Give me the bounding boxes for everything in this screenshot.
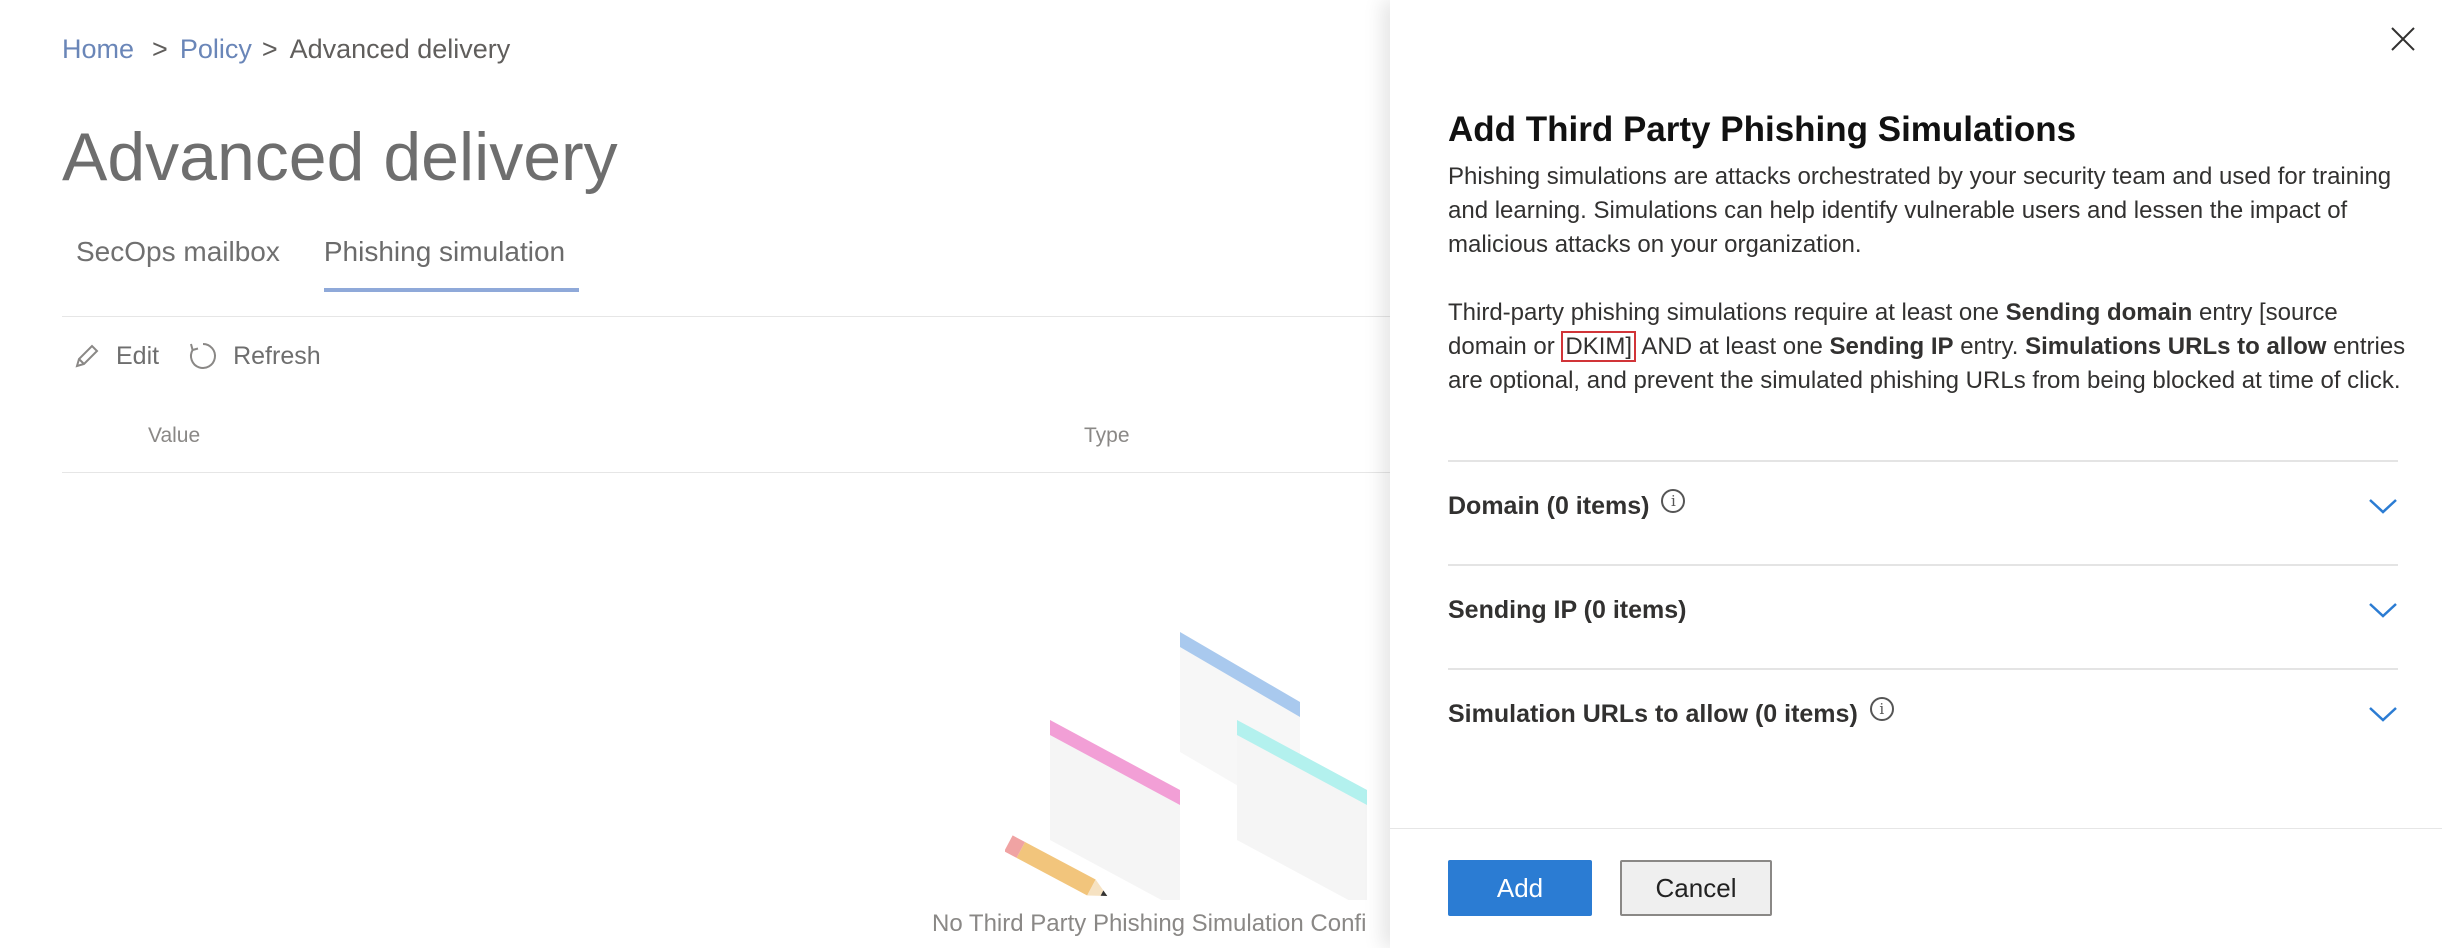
tab-secops-mailbox[interactable]: SecOps mailbox <box>62 232 294 292</box>
chevron-down-icon[interactable] <box>2368 704 2398 724</box>
breadcrumb-policy[interactable]: Policy <box>180 34 252 64</box>
domain-section[interactable]: Domain (0 items) i <box>1448 460 2398 564</box>
panel-requirements: Third-party phishing simulations require… <box>1448 296 2408 398</box>
req-dkim-highlight: DKIM] <box>1561 331 1637 362</box>
tab-phishing-simulation[interactable]: Phishing simulation <box>310 232 580 292</box>
refresh-icon <box>190 343 217 369</box>
info-icon[interactable]: i <box>1661 488 1686 513</box>
panel-description: Phishing simulations are attacks orchest… <box>1448 160 2408 398</box>
domain-section-label: Domain (0 items) <box>1448 492 1650 520</box>
page-title: Advanced delivery <box>62 119 618 195</box>
chevron-down-icon[interactable] <box>2368 496 2398 516</box>
close-icon[interactable] <box>2386 22 2420 56</box>
edit-button[interactable]: Edit <box>72 341 159 371</box>
req-sending-domain: Sending domain <box>2005 299 2193 326</box>
req-text: entry. <box>1953 333 2026 360</box>
req-text: AND at least one <box>1636 333 1830 360</box>
add-phishing-simulation-panel: Add Third Party Phishing Simulations Phi… <box>1390 0 2442 948</box>
column-header-type[interactable]: Type <box>1084 424 1130 448</box>
req-simulation-urls: Simulations URLs to allow <box>2025 333 2327 360</box>
refresh-label: Refresh <box>233 341 321 370</box>
panel-intro: Phishing simulations are attacks orchest… <box>1448 163 2392 258</box>
edit-label: Edit <box>116 341 160 370</box>
breadcrumb-home[interactable]: Home <box>62 34 134 64</box>
sending-ip-section[interactable]: Sending IP (0 items) <box>1448 564 2398 668</box>
panel-title: Add Third Party Phishing Simulations <box>1448 110 2077 149</box>
req-sending-ip: Sending IP <box>1829 333 1954 360</box>
breadcrumb-separator: > <box>152 34 168 64</box>
pencil-icon <box>75 344 99 368</box>
panel-footer-divider <box>1390 828 2442 829</box>
req-text: Third-party phishing simulations require… <box>1448 299 2006 326</box>
breadcrumb: Home > Policy > Advanced delivery <box>62 34 510 65</box>
refresh-button[interactable]: Refresh <box>187 340 321 372</box>
column-header-value[interactable]: Value <box>148 424 200 448</box>
breadcrumb-separator: > <box>261 34 278 64</box>
add-button[interactable]: Add <box>1448 860 1592 916</box>
tab-list: SecOps mailbox Phishing simulation <box>62 232 580 292</box>
empty-state-illustration <box>1005 632 1367 900</box>
breadcrumb-current: Advanced delivery <box>289 34 511 64</box>
tabs-divider <box>62 316 1392 317</box>
chevron-down-icon[interactable] <box>2368 600 2398 620</box>
empty-state-message: No Third Party Phishing Simulation Confi <box>932 910 1367 937</box>
sending-ip-section-header[interactable]: Sending IP (0 items) <box>1448 596 1686 625</box>
advanced-delivery-page: Home > Policy > Advanced delivery Advanced d… <box>0 0 1392 948</box>
info-icon[interactable]: i <box>1869 696 1894 721</box>
domain-section-header[interactable]: Domain (0 items) i <box>1448 488 1686 521</box>
simulation-urls-section-label: Simulation URLs to allow (0 items) <box>1448 700 1858 728</box>
table-header-divider <box>62 472 1392 473</box>
sending-ip-section-label: Sending IP (0 items) <box>1448 596 1687 624</box>
simulation-urls-section-header[interactable]: Simulation URLs to allow (0 items) i <box>1448 696 1894 729</box>
cancel-button[interactable]: Cancel <box>1620 860 1772 916</box>
toolbar: Edit Refresh <box>72 340 349 372</box>
simulation-urls-section[interactable]: Simulation URLs to allow (0 items) i <box>1448 668 2398 772</box>
